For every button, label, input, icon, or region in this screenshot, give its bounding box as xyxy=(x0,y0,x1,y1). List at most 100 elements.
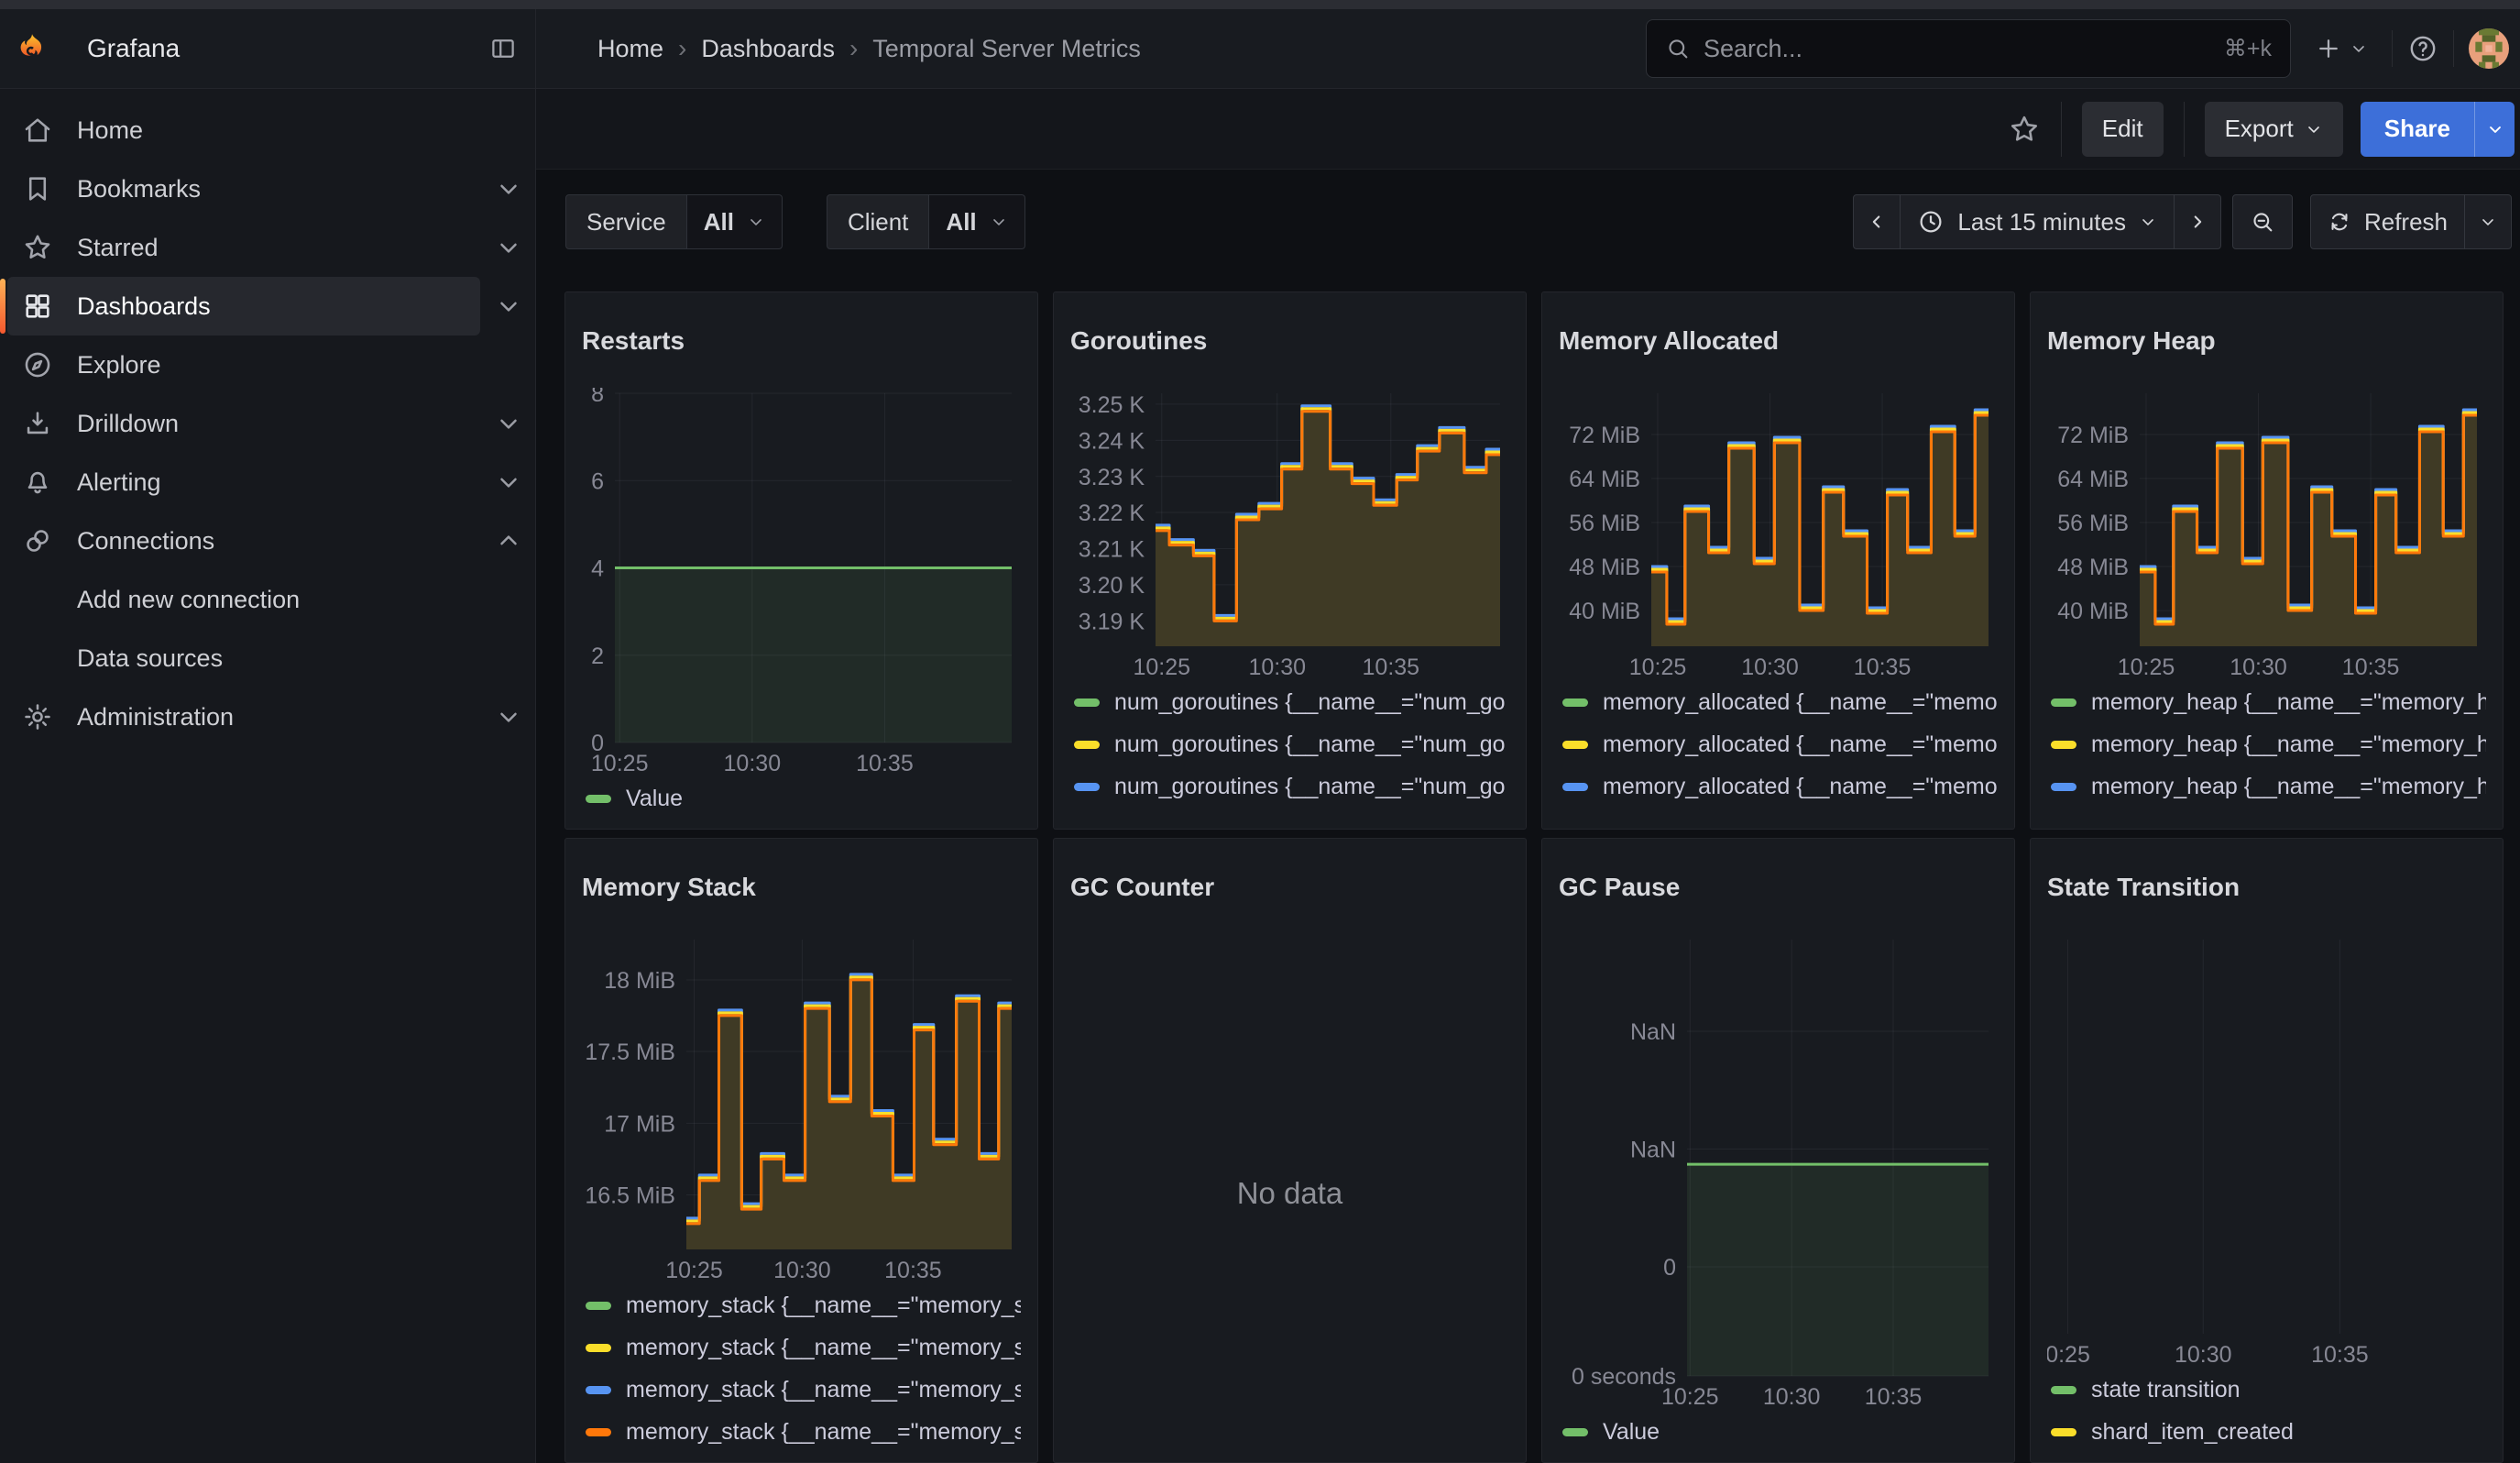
edit-button[interactable]: Edit xyxy=(2082,102,2164,157)
panel-title[interactable]: GC Pause xyxy=(1559,873,1998,913)
time-series-chart[interactable]: 10:2510:3010:3572 MiB64 MiB56 MiB48 MiB4… xyxy=(1559,388,1998,681)
sidebar-toggle-icon[interactable] xyxy=(489,35,517,62)
panel-title[interactable]: Memory Heap xyxy=(2047,326,2486,367)
legend-item[interactable]: memory_heap {__name__="memory_h xyxy=(2047,723,2486,765)
panel-title[interactable]: Goroutines xyxy=(1070,326,1509,367)
time-range-label: Last 15 minutes xyxy=(1957,208,2126,236)
panel-title[interactable]: Memory Stack xyxy=(582,873,1021,913)
legend-item[interactable]: num_goroutines {__name__="num_go xyxy=(1070,808,1509,820)
refresh-interval-button[interactable] xyxy=(2464,194,2512,249)
panel-title[interactable]: Restarts xyxy=(582,326,1021,367)
panel-legend: num_goroutines {__name__="num_gonum_goro… xyxy=(1070,681,1509,820)
panel-gc-counter: GC Counter No data xyxy=(1053,838,1527,1463)
svg-text:10:30: 10:30 xyxy=(773,1258,831,1283)
sidebar-item-connections[interactable]: Connections xyxy=(7,512,480,570)
legend-item[interactable]: memory_stack {__name__="memory_s xyxy=(582,1411,1021,1453)
time-series-chart[interactable]: 0:2510:3010:35 xyxy=(2047,934,2486,1369)
client-filter-value[interactable]: All xyxy=(929,194,1024,249)
chevron-down-icon xyxy=(2479,213,2497,231)
legend-item[interactable]: num_goroutines {__name__="num_go xyxy=(1070,723,1509,765)
chevron-down-icon[interactable] xyxy=(495,410,522,437)
sidebar-item-label: Dashboards xyxy=(77,292,211,321)
legend-series-marker xyxy=(1074,783,1100,791)
service-filter-label: Service xyxy=(565,194,687,249)
legend-item[interactable]: memory_heap {__name__="memory_h xyxy=(2047,808,2486,820)
time-series-chart[interactable]: 10:2510:3010:3518 MiB17.5 MiB17 MiB16.5 … xyxy=(582,934,1021,1284)
time-back-button[interactable] xyxy=(1853,194,1901,249)
legend-series-marker xyxy=(586,1386,611,1394)
sidebar-item-bookmarks[interactable]: Bookmarks xyxy=(7,160,480,218)
legend-series-marker xyxy=(1562,741,1588,749)
sidebar-item-dashboards[interactable]: Dashboards xyxy=(7,277,480,336)
legend-item[interactable]: num_goroutines {__name__="num_go xyxy=(1070,681,1509,723)
panel-title[interactable]: GC Counter xyxy=(1070,873,1509,913)
breadcrumb-home[interactable]: Home xyxy=(597,35,663,63)
time-series-chart[interactable]: 10:2510:3010:35NaNNaN00 seconds xyxy=(1559,934,1998,1411)
sidebar-item-explore[interactable]: Explore xyxy=(7,336,480,394)
svg-text:10:30: 10:30 xyxy=(1248,654,1306,680)
legend-item[interactable]: memory_allocated {__name__="memo xyxy=(1559,765,1998,808)
no-data-message: No data xyxy=(1070,934,1509,1453)
time-series-chart[interactable]: 10:2510:3010:353.25 K3.24 K3.23 K3.22 K3… xyxy=(1070,388,1509,681)
chevron-down-icon[interactable] xyxy=(495,468,522,496)
time-range-picker[interactable]: Last 15 minutes xyxy=(1900,194,2175,249)
svg-text:48 MiB: 48 MiB xyxy=(1569,556,1640,581)
add-button[interactable] xyxy=(2306,35,2377,62)
chevron-down-icon[interactable] xyxy=(495,292,522,320)
refresh-button[interactable]: Refresh xyxy=(2310,194,2465,249)
time-series-chart[interactable]: 10:2510:3010:3572 MiB64 MiB56 MiB48 MiB4… xyxy=(2047,388,2486,681)
legend-item[interactable]: memory_heap {__name__="memory_h xyxy=(2047,765,2486,808)
legend-item[interactable]: Value xyxy=(1559,1411,1998,1453)
breadcrumb-dashboards[interactable]: Dashboards xyxy=(701,35,835,63)
sidebar-item-home[interactable]: Home xyxy=(7,101,480,160)
legend-item[interactable]: Value xyxy=(582,777,1021,820)
svg-text:3.24 K: 3.24 K xyxy=(1079,429,1145,455)
legend-item[interactable]: memory_stack {__name__="memory_s xyxy=(582,1284,1021,1326)
panel-legend: state transitionshard_item_created xyxy=(2047,1369,2486,1453)
service-filter-value[interactable]: All xyxy=(687,194,783,249)
help-icon[interactable] xyxy=(2407,33,2438,64)
dashboard-toolbar: Edit Export Share xyxy=(536,89,2520,170)
legend-item[interactable]: memory_allocated {__name__="memo xyxy=(1559,681,1998,723)
legend-item[interactable]: memory_heap {__name__="memory_h xyxy=(2047,681,2486,723)
legend-item[interactable]: memory_allocated {__name__="memo xyxy=(1559,723,1998,765)
time-series-chart[interactable]: 10:2510:3010:3586420 xyxy=(582,388,1021,777)
panel-title[interactable]: Memory Allocated xyxy=(1559,326,1998,367)
svg-text:10:25: 10:25 xyxy=(2118,654,2175,680)
legend-item[interactable]: state transition xyxy=(2047,1369,2486,1411)
share-caret-button[interactable] xyxy=(2474,102,2515,157)
sidebar-item-alerting[interactable]: Alerting xyxy=(7,453,480,512)
panel-legend: Value xyxy=(1559,1411,1998,1453)
refresh-label: Refresh xyxy=(2364,208,2448,236)
sidebar-item-drilldown[interactable]: Drilldown xyxy=(7,394,480,453)
connections-icon xyxy=(22,525,53,556)
panel-memory-heap: Memory Heap 10:2510:3010:3572 MiB64 MiB5… xyxy=(2030,292,2504,830)
avatar[interactable] xyxy=(2469,28,2509,69)
time-range-controls: Last 15 minutes Refresh xyxy=(1853,194,2512,249)
panel-title[interactable]: State Transition xyxy=(2047,873,2486,913)
sidebar-item-starred[interactable]: Starred xyxy=(7,218,480,277)
chevron-down-icon[interactable] xyxy=(495,234,522,261)
svg-text:0:25: 0:25 xyxy=(2047,1342,2090,1368)
search-input[interactable]: Search... ⌘+k xyxy=(1646,19,2291,78)
zoom-out-icon[interactable] xyxy=(2232,194,2293,249)
legend-series-label: num_goroutines {__name__="num_go xyxy=(1114,816,1506,820)
legend-item[interactable]: num_goroutines {__name__="num_go xyxy=(1070,765,1509,808)
chevron-down-icon[interactable] xyxy=(495,175,522,203)
chevron-up-icon[interactable] xyxy=(495,527,522,555)
sidebar-item-add-new-connection[interactable]: Add new connection xyxy=(7,570,480,629)
legend-item[interactable]: memory_stack {__name__="memory_s xyxy=(582,1369,1021,1411)
export-button[interactable]: Export xyxy=(2205,102,2343,157)
legend-item[interactable]: shard_item_created xyxy=(2047,1411,2486,1453)
sidebar-item-data-sources[interactable]: Data sources xyxy=(7,629,480,688)
share-button[interactable]: Share xyxy=(2361,102,2474,157)
star-icon[interactable] xyxy=(2008,113,2041,146)
sidebar-item-label: Alerting xyxy=(77,468,161,497)
svg-text:10:30: 10:30 xyxy=(1741,654,1799,680)
chevron-down-icon[interactable] xyxy=(495,703,522,731)
panel-memory-allocated: Memory Allocated 10:2510:3010:3572 MiB64… xyxy=(1541,292,2015,830)
legend-item[interactable]: memory_stack {__name__="memory_s xyxy=(582,1326,1021,1369)
time-forward-button[interactable] xyxy=(2174,194,2221,249)
sidebar-item-administration[interactable]: Administration xyxy=(7,688,480,746)
legend-item[interactable]: memory_allocated {__name__="memo xyxy=(1559,808,1998,820)
